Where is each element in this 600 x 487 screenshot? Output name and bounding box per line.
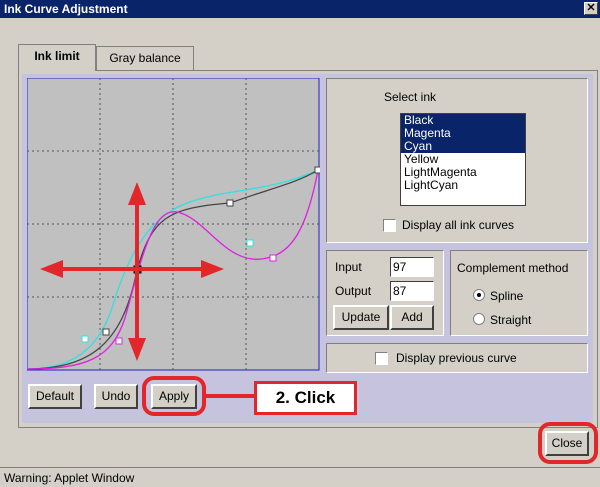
- cyan-control-point[interactable]: [81, 335, 89, 343]
- ink-item-lightcyan[interactable]: LightCyan: [401, 179, 525, 192]
- black-control-point[interactable]: [314, 166, 320, 174]
- output-label: Output: [335, 284, 372, 298]
- tab-ink-limit[interactable]: Ink limit: [18, 44, 96, 71]
- window-close-icon[interactable]: ✕: [584, 2, 598, 15]
- update-button[interactable]: Update: [333, 305, 389, 330]
- input-label: Input: [335, 260, 362, 274]
- spline-radio[interactable]: [473, 289, 485, 301]
- magenta-control-point[interactable]: [115, 337, 123, 345]
- display-all-checkbox[interactable]: [383, 219, 396, 232]
- straight-label: Straight: [490, 313, 532, 327]
- straight-radio[interactable]: [473, 313, 485, 325]
- display-all-label: Display all ink curves: [402, 218, 515, 232]
- black-control-point[interactable]: [102, 328, 110, 336]
- apply-highlight-ring: [142, 376, 206, 416]
- input-field[interactable]: 97: [390, 257, 434, 277]
- magenta-control-point[interactable]: [269, 254, 277, 262]
- spline-label: Spline: [490, 289, 524, 303]
- complement-method-label: Complement method: [457, 261, 569, 275]
- add-button[interactable]: Add: [390, 305, 434, 330]
- display-previous-checkbox[interactable]: [375, 352, 388, 365]
- curve-graph[interactable]: [27, 78, 320, 371]
- title-bar: Ink Curve Adjustment ✕: [0, 0, 600, 18]
- black-control-point[interactable]: [226, 199, 234, 207]
- window-title: Ink Curve Adjustment: [4, 2, 128, 16]
- display-previous-label: Display previous curve: [396, 351, 517, 365]
- click-callout: 2. Click: [254, 381, 357, 415]
- undo-button[interactable]: Undo: [94, 384, 138, 409]
- default-button[interactable]: Default: [28, 384, 82, 409]
- status-bar: Warning: Applet Window: [0, 467, 600, 487]
- output-field[interactable]: 87: [390, 281, 434, 301]
- close-highlight-ring: [538, 422, 598, 464]
- cyan-control-point[interactable]: [246, 239, 254, 247]
- callout-connector: [206, 394, 256, 398]
- tab-gray-balance[interactable]: Gray balance: [96, 46, 194, 70]
- select-ink-label: Select ink: [384, 90, 437, 104]
- ink-listbox[interactable]: Black Magenta Cyan Yellow LightMagenta L…: [400, 113, 526, 206]
- status-text: Warning: Applet Window: [4, 471, 135, 485]
